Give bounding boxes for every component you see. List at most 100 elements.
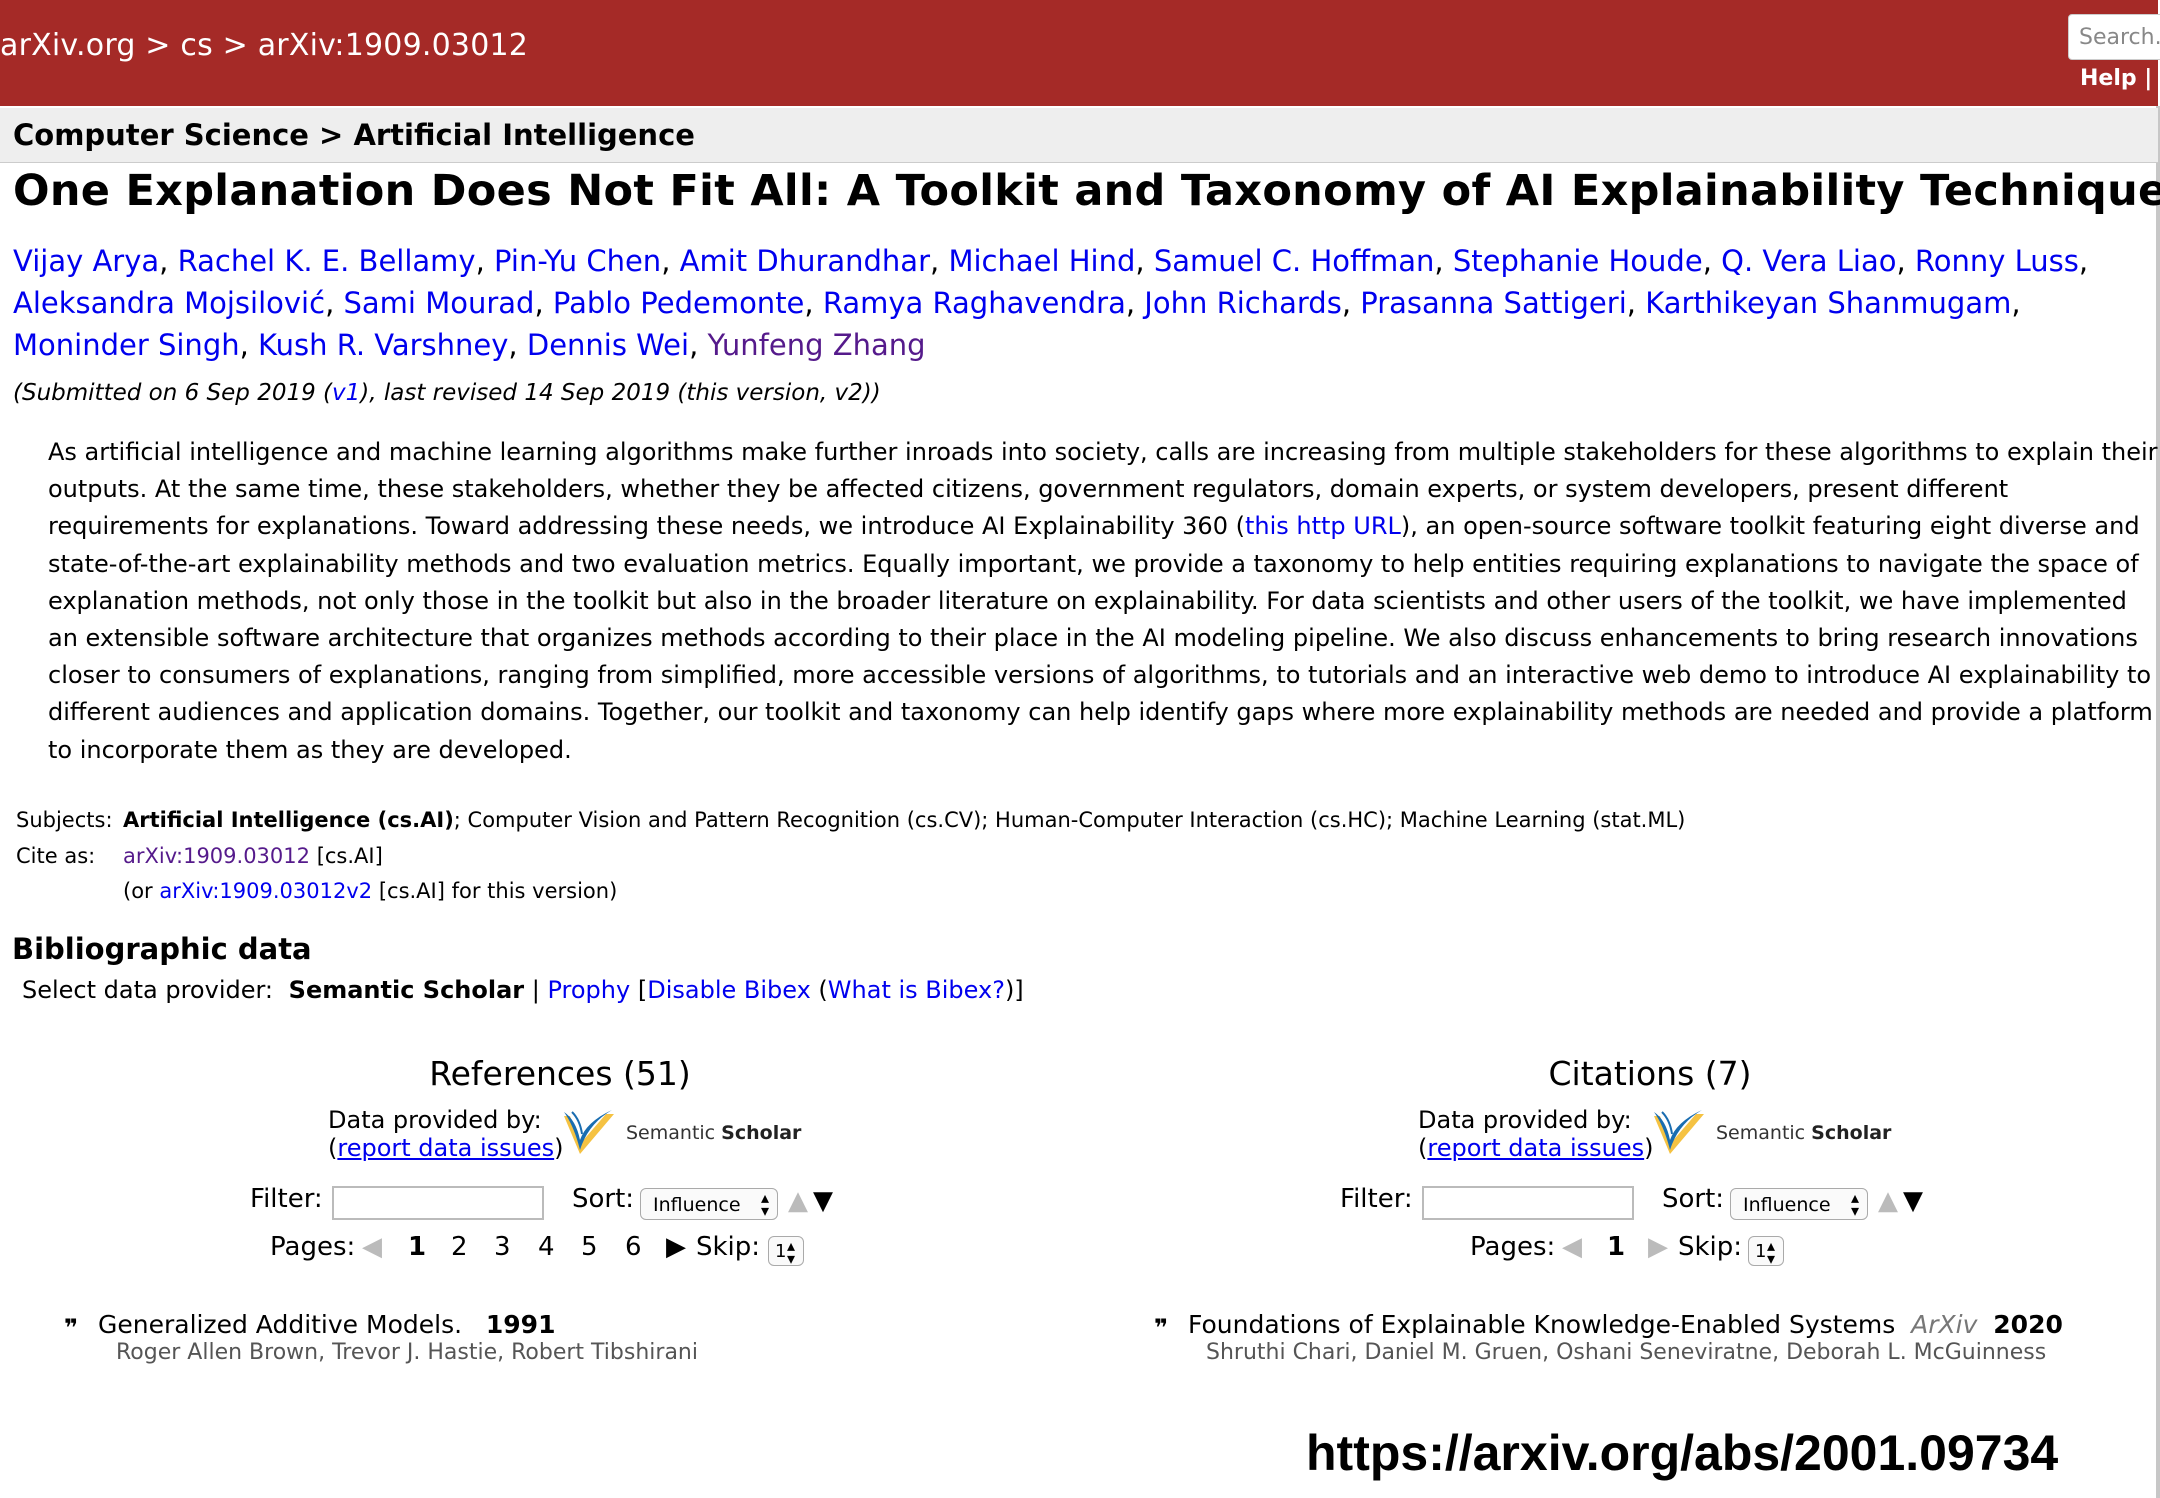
- help-link[interactable]: Help | A: [2080, 66, 2160, 91]
- sort-ascending-icon[interactable]: ▲: [788, 1188, 808, 1214]
- author-link[interactable]: Sami Mourad: [344, 286, 535, 320]
- sort-value: Influence: [1743, 1194, 1831, 1216]
- author-link[interactable]: Vijay Arya: [13, 244, 159, 278]
- author-link[interactable]: John Richards: [1144, 286, 1342, 320]
- prev-page-icon[interactable]: ◀: [1562, 1234, 1582, 1260]
- author-link[interactable]: Stephanie Houde: [1453, 244, 1703, 278]
- prophy-option[interactable]: Prophy: [547, 976, 630, 1004]
- citations-filter-input[interactable]: [1422, 1186, 1634, 1220]
- paper-title: One Explanation Does Not Fit All: A Tool…: [13, 166, 2160, 216]
- entry-year: 1991: [485, 1310, 556, 1339]
- sort-ascending-icon[interactable]: ▲: [1878, 1188, 1898, 1214]
- skip-value: 1: [775, 1241, 787, 1262]
- abstract: As artificial intelligence and machine l…: [48, 434, 2158, 769]
- page-link[interactable]: 5: [581, 1232, 598, 1262]
- author-link[interactable]: Amit Dhurandhar: [680, 244, 930, 278]
- what-is-bibex-link[interactable]: What is Bibex?: [828, 976, 1005, 1004]
- page-edge: [2156, 106, 2160, 1498]
- other-subjects: ; Computer Vision and Pattern Recognitio…: [453, 808, 1686, 832]
- page-link[interactable]: 1: [408, 1232, 426, 1262]
- semantic-scholar-logo-icon[interactable]: [1652, 1110, 1706, 1156]
- bibliographic-data-heading: Bibliographic data: [12, 932, 312, 966]
- bracket-close: )]: [1004, 976, 1024, 1004]
- cite-id-link[interactable]: arXiv:1909.03012: [123, 844, 310, 868]
- references-skip-select[interactable]: 1 ▴ ▾: [768, 1236, 804, 1267]
- quote-icon[interactable]: ❞: [64, 1314, 78, 1342]
- data-provided-by: Data provided by: (report data issues): [328, 1106, 564, 1162]
- author-link[interactable]: Prasanna Sattigeri: [1360, 286, 1627, 320]
- entry-title-text: Generalized Additive Models.: [98, 1310, 463, 1339]
- citation-entry-title[interactable]: Foundations of Explainable Knowledge-Ena…: [1188, 1310, 2063, 1339]
- author-link[interactable]: Yunfeng Zhang: [708, 328, 926, 362]
- author-link[interactable]: Karthikeyan Shanmugam: [1645, 286, 2011, 320]
- provider-label: Select data provider:: [22, 976, 281, 1004]
- cite-label: Cite as:: [16, 844, 96, 868]
- references-panel: References (51) Data provided by: (repor…: [64, 1050, 910, 1390]
- reference-entry-title[interactable]: Generalized Additive Models. 1991: [98, 1310, 555, 1339]
- disable-bibex-link[interactable]: Disable Bibex: [647, 976, 811, 1004]
- top-header: arXiv.org > cs > arXiv:1909.03012 Search…: [0, 0, 2160, 106]
- author-separator: ,: [930, 244, 949, 278]
- page-link[interactable]: 2: [451, 1232, 468, 1262]
- cite-version-link[interactable]: arXiv:1909.03012v2: [159, 879, 372, 903]
- references-sort-select[interactable]: Influence ▴ ▾: [640, 1188, 778, 1220]
- primary-subject: Artificial Intelligence (cs.AI): [123, 808, 454, 832]
- version-v1-link[interactable]: v1: [332, 380, 360, 406]
- prev-page-icon[interactable]: ◀: [362, 1234, 382, 1260]
- logo-light: Semantic: [626, 1122, 722, 1144]
- next-page-icon[interactable]: ▶: [1648, 1234, 1668, 1260]
- semantic-scholar-option[interactable]: Semantic Scholar: [289, 976, 524, 1004]
- select-arrows-icon: ▴ ▾: [760, 1188, 769, 1220]
- report-data-issues-link[interactable]: report data issues: [1427, 1134, 1644, 1162]
- project-url-link[interactable]: this http URL: [1245, 512, 1401, 540]
- sort-descending-icon[interactable]: ▼: [1903, 1188, 1923, 1214]
- sort-descending-icon[interactable]: ▼: [813, 1188, 833, 1214]
- data-provider-selector: Select data provider: Semantic Scholar |…: [22, 976, 1024, 1004]
- author-link[interactable]: Dennis Wei: [527, 328, 689, 362]
- semantic-scholar-logo-icon[interactable]: [562, 1110, 616, 1156]
- abstract-text-2: ), an open-source software toolkit featu…: [48, 512, 2153, 764]
- subjects-value: Artificial Intelligence (cs.AI); Compute…: [123, 808, 1685, 832]
- paren-open: (: [810, 976, 828, 1004]
- page-link[interactable]: 6: [625, 1232, 642, 1262]
- page-link[interactable]: 1: [1607, 1232, 1625, 1262]
- sort-label: Sort:: [572, 1184, 635, 1214]
- author-separator: ,: [475, 244, 495, 278]
- logo-bold: Scholar: [721, 1122, 802, 1144]
- author-link[interactable]: Samuel C. Hoffman: [1154, 244, 1435, 278]
- bracket-open: [: [630, 976, 648, 1004]
- sort-value: Influence: [653, 1194, 741, 1216]
- author-link[interactable]: Ramya Raghavendra: [823, 286, 1126, 320]
- citations-skip-select[interactable]: 1 ▴ ▾: [1748, 1236, 1784, 1267]
- dateline-post: ), last revised 14 Sep 2019 (this versio…: [360, 380, 881, 406]
- breadcrumb[interactable]: arXiv.org > cs > arXiv:1909.03012: [0, 28, 528, 63]
- references-filter-input[interactable]: [332, 1186, 544, 1220]
- report-data-issues-link[interactable]: report data issues: [337, 1134, 554, 1162]
- pages-label: Pages:: [1470, 1232, 1556, 1262]
- author-separator: ,: [1125, 286, 1145, 320]
- select-arrows-icon: ▴ ▾: [1850, 1188, 1859, 1220]
- quote-icon[interactable]: ❞: [1154, 1314, 1168, 1342]
- author-link[interactable]: Kush R. Varshney: [258, 328, 508, 362]
- cite-value: arXiv:1909.03012 [cs.AI]: [123, 844, 383, 868]
- paren: (: [1418, 1134, 1428, 1162]
- author-link[interactable]: Moninder Singh: [13, 328, 240, 362]
- semantic-scholar-logo-text: Semantic Scholar: [1716, 1122, 1891, 1144]
- author-separator: ,: [508, 328, 527, 362]
- author-link[interactable]: Ronny Luss: [1915, 244, 2079, 278]
- author-link[interactable]: Pablo Pedemonte: [553, 286, 805, 320]
- author-separator: ,: [2078, 244, 2089, 278]
- author-list: Vijay Arya, Rachel K. E. Bellamy, Pin-Yu…: [13, 240, 2153, 366]
- next-page-icon[interactable]: ▶: [666, 1234, 686, 1260]
- page-link[interactable]: 3: [494, 1232, 511, 1262]
- reference-entry-authors: Roger Allen Brown, Trevor J. Hastie, Rob…: [116, 1340, 698, 1365]
- skip-value: 1: [1755, 1241, 1767, 1262]
- author-link[interactable]: Q. Vera Liao: [1721, 244, 1896, 278]
- author-link[interactable]: Pin-Yu Chen: [494, 244, 661, 278]
- author-link[interactable]: Aleksandra Mojsilović: [13, 286, 325, 320]
- author-link[interactable]: Michael Hind: [948, 244, 1135, 278]
- author-link[interactable]: Rachel K. E. Bellamy: [178, 244, 476, 278]
- citations-sort-select[interactable]: Influence ▴ ▾: [1730, 1188, 1868, 1220]
- page-link[interactable]: 4: [538, 1232, 555, 1262]
- search-input[interactable]: Search...: [2068, 14, 2160, 60]
